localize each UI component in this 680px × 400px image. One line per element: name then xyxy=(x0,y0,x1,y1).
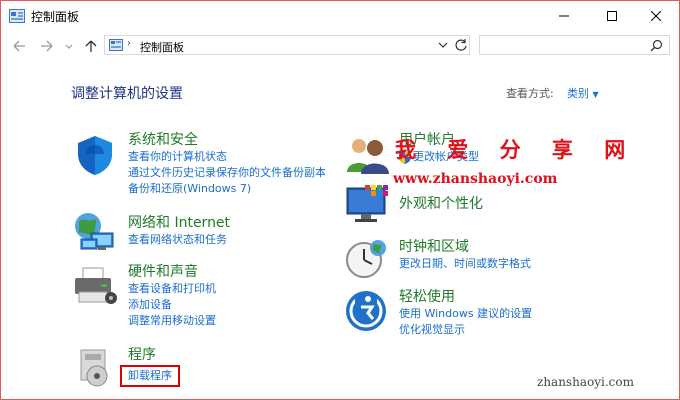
system-security-link[interactable]: 备份和还原(Windows 7) xyxy=(128,181,326,197)
category-ease-of-access: 轻松使用 使用 Windows 建议的设置 优化视觉显示 xyxy=(399,288,532,338)
system-security-link[interactable]: 查看你的计算机状态 xyxy=(128,149,326,165)
programs-disc-icon xyxy=(80,349,108,387)
close-button[interactable] xyxy=(633,1,679,31)
printer-icon xyxy=(75,267,117,304)
minimize-button[interactable] xyxy=(541,1,587,31)
recent-locations-chevron-icon[interactable] xyxy=(64,38,74,54)
programs-title[interactable]: 程序 xyxy=(128,346,172,364)
back-arrow-icon[interactable] xyxy=(11,38,27,54)
dropdown-arrow-icon: ▼ xyxy=(592,90,599,99)
search-icon xyxy=(650,39,663,52)
hardware-sound-title[interactable]: 硬件和声音 xyxy=(128,263,216,281)
refresh-icon[interactable] xyxy=(454,38,468,52)
category-appearance: 外观和个性化 xyxy=(399,195,483,213)
view-by-value: 类别 xyxy=(567,87,589,100)
maximize-icon xyxy=(607,11,617,21)
page-title: 调整计算机的设置 xyxy=(71,86,183,102)
network-globe-icon xyxy=(75,213,114,250)
minimize-icon xyxy=(559,15,569,17)
category-hardware-sound: 硬件和声音 查看设备和打印机 添加设备 调整常用移动设置 xyxy=(128,263,216,329)
address-dropdown-icon[interactable] xyxy=(438,41,448,49)
clock-region-title[interactable]: 时钟和区域 xyxy=(399,238,531,256)
view-by-dropdown[interactable]: 类别 ▼ xyxy=(567,85,599,101)
system-security-link[interactable]: 通过文件历史记录保存你的文件备份副本 xyxy=(128,165,326,181)
highlight-box xyxy=(120,365,180,387)
breadcrumb-separator-icon: › xyxy=(127,38,131,49)
control-panel-icon xyxy=(9,9,25,23)
view-by-label: 查看方式: xyxy=(506,87,554,100)
shield-icon xyxy=(78,136,112,175)
breadcrumb-control-panel[interactable]: 控制面板 xyxy=(140,39,184,55)
maximize-button[interactable] xyxy=(589,1,635,31)
clock-region-link[interactable]: 更改日期、时间或数字格式 xyxy=(399,256,531,272)
control-panel-window: 控制面板 › 控制面板 调整计算机的设置 查看方式: 类别 ▼ 系统和安全 查看… xyxy=(0,0,680,400)
clock-icon xyxy=(346,240,386,278)
watermark-bottom: zhanshaoyi.com xyxy=(537,375,634,389)
watermark-url: www.zhanshaoyi.com xyxy=(393,171,558,187)
hardware-sound-link[interactable]: 查看设备和打印机 xyxy=(128,281,216,297)
search-input[interactable] xyxy=(479,35,670,55)
category-system-security: 系统和安全 查看你的计算机状态 通过文件历史记录保存你的文件备份副本 备份和还原… xyxy=(128,131,326,197)
ease-of-access-icon xyxy=(346,291,386,331)
up-arrow-icon[interactable] xyxy=(83,38,99,54)
network-internet-link[interactable]: 查看网络状态和任务 xyxy=(128,232,230,248)
forward-arrow-icon[interactable] xyxy=(39,38,55,54)
title-bar: 控制面板 xyxy=(1,1,679,31)
ease-of-access-link[interactable]: 使用 Windows 建议的设置 xyxy=(399,306,532,322)
appearance-title[interactable]: 外观和个性化 xyxy=(399,195,483,213)
window-title: 控制面板 xyxy=(31,10,80,24)
ease-of-access-title[interactable]: 轻松使用 xyxy=(399,288,532,306)
hardware-sound-link[interactable]: 调整常用移动设置 xyxy=(128,313,216,329)
appearance-monitor-icon xyxy=(346,185,388,222)
watermark-title: 我 爱 分 享 网 xyxy=(395,137,638,162)
control-panel-small-icon xyxy=(109,39,123,51)
close-icon xyxy=(651,11,661,21)
system-security-title[interactable]: 系统和安全 xyxy=(128,131,326,149)
ease-of-access-link[interactable]: 优化视觉显示 xyxy=(399,322,532,338)
category-network-internet: 网络和 Internet 查看网络状态和任务 xyxy=(128,214,230,248)
user-accounts-icon xyxy=(347,139,389,174)
address-bar[interactable]: › 控制面板 xyxy=(104,35,470,55)
category-clock-region: 时钟和区域 更改日期、时间或数字格式 xyxy=(399,238,531,272)
hardware-sound-link[interactable]: 添加设备 xyxy=(128,297,216,313)
network-internet-title[interactable]: 网络和 Internet xyxy=(128,214,230,232)
